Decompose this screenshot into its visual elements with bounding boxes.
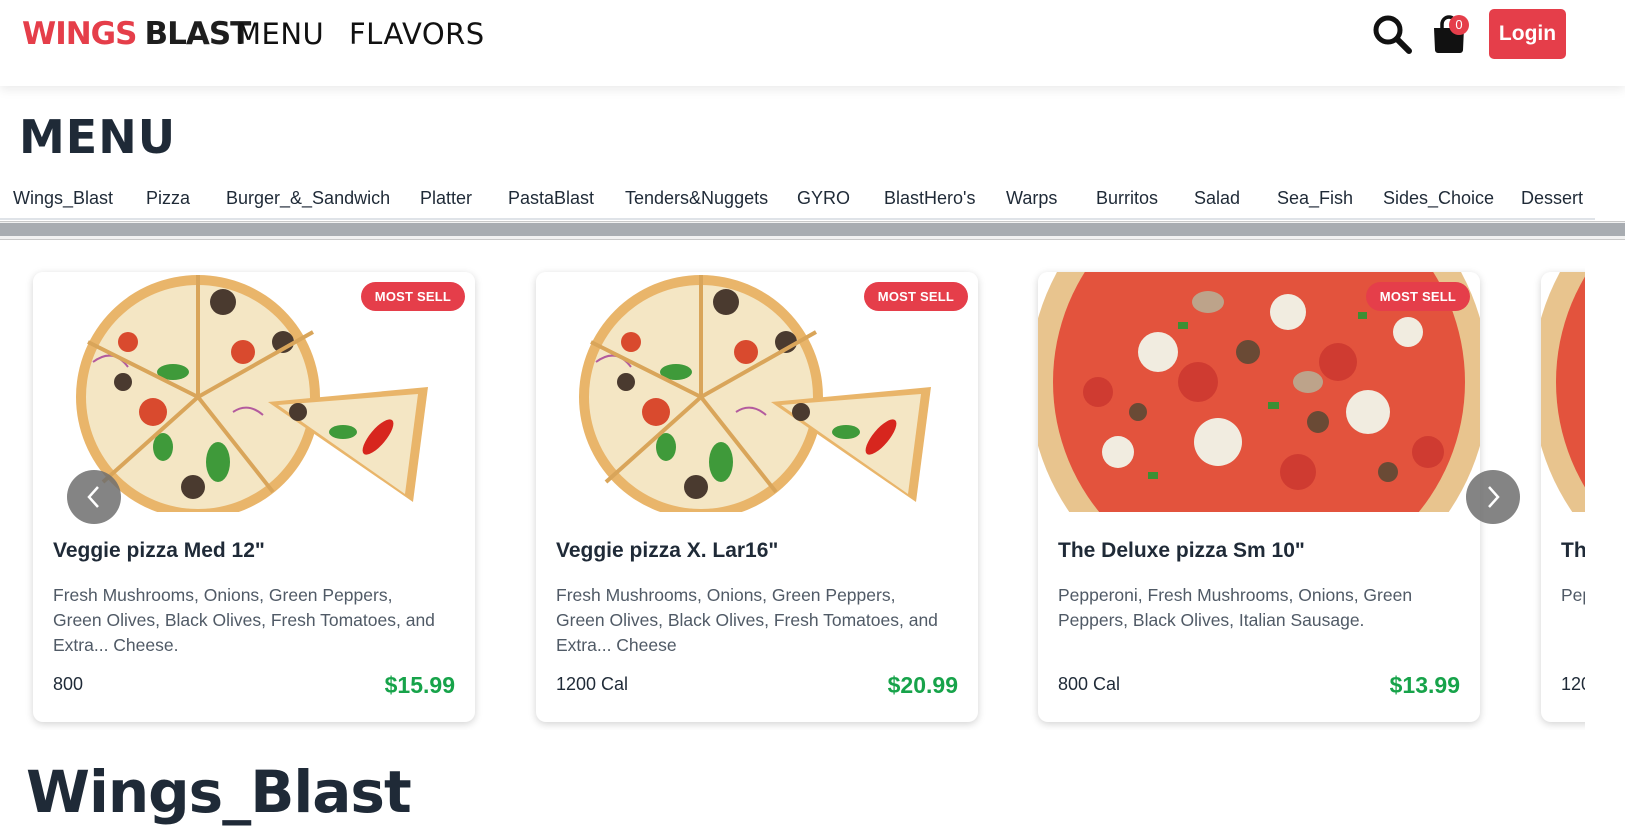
category-tab-salad[interactable]: Salad [1194,188,1240,209]
menu-item-description: Pepperoni, Fresh Mushrooms, Onions, Gree… [1058,585,1413,630]
menu-item-card[interactable]: The Pep Pep 120 [1541,272,1585,722]
nav-menu-link[interactable]: MENU [236,17,324,51]
carousel-prev-button[interactable] [67,470,121,524]
category-tab-sides-choice[interactable]: Sides_Choice [1383,188,1494,209]
category-tab-sea-fish[interactable]: Sea_Fish [1277,188,1353,209]
category-tab-gyro[interactable]: GYRO [797,188,850,209]
category-tab-pastablast[interactable]: PastaBlast [508,188,594,209]
most-sell-badge: MOST SELL [360,282,465,311]
category-tab-wings-blast[interactable]: Wings_Blast [13,188,113,209]
menu-carousel: MOST SELL Veggie pizza Med 12" Fresh Mus… [0,250,1585,730]
category-tab-blasthero[interactable]: BlastHero's [884,188,975,209]
menu-item-card[interactable]: MOST SELL The Deluxe pizza Sm 10" Pepper… [1038,272,1480,722]
most-sell-badge: MOST SELL [1365,282,1470,311]
page-title: MENU [19,110,177,164]
menu-item-price: $20.99 [887,672,958,698]
category-tab-burger-sandwich[interactable]: Burger_&_Sandwich [226,188,390,209]
menu-item-description: Pep Pep [1561,585,1585,605]
category-tab-platter[interactable]: Platter [420,188,472,209]
deluxe-pizza-image: MOST SELL [1038,272,1480,512]
section-title: Wings_Blast [26,758,412,826]
menu-item-price: $15.99 [384,672,455,698]
logo-wings-text: WINGS [22,16,137,52]
menu-item-title: Veggie pizza X. Lar16" [556,539,779,562]
menu-item-title: The Deluxe pizza Sm 10" [1058,539,1305,562]
menu-item-description: Fresh Mushrooms, Onions, Green Peppers, … [53,585,435,655]
chevron-right-icon [1488,486,1500,508]
category-scrollbar-thumb[interactable] [0,223,1625,236]
menu-item-calories: 120 [1561,674,1585,694]
category-tab-tenders-nuggets[interactable]: Tenders&Nuggets [625,188,768,209]
login-button[interactable]: Login [1489,9,1566,59]
deluxe-pizza-image [1541,272,1585,512]
category-tab-burritos[interactable]: Burritos [1096,188,1158,209]
logo-blast-text: BLAST [144,16,251,52]
search-icon[interactable] [1372,14,1412,54]
cart-count-badge: 0 [1449,15,1469,35]
menu-item-calories: 1200 Cal [556,674,629,694]
brand-logo[interactable]: WINGS BLAST [22,14,251,54]
site-header: WINGS BLAST MENU FLAVORS 0 Login [0,0,1625,86]
category-tab-warps[interactable]: Warps [1006,188,1057,209]
category-tab-dessert[interactable]: Dessert [1521,188,1583,209]
chevron-left-icon [87,486,99,508]
carousel-next-button[interactable] [1466,470,1520,524]
menu-item-title: The [1561,539,1585,562]
menu-item-calories: 800 [53,674,84,694]
menu-item-description: Fresh Mushrooms, Onions, Green Peppers, … [556,585,938,655]
category-tabs: Wings_Blast Pizza Burger_&_Sandwich Plat… [0,180,1595,220]
menu-item-calories: 800 Cal [1058,674,1121,694]
menu-item-title: Veggie pizza Med 12" [53,539,265,562]
category-tab-pizza[interactable]: Pizza [146,188,190,209]
menu-item-price: $13.99 [1389,672,1460,698]
nav-flavors-link[interactable]: FLAVORS [349,17,485,51]
veggie-pizza-image: MOST SELL [536,272,978,512]
most-sell-badge: MOST SELL [863,282,968,311]
menu-item-card[interactable]: MOST SELL Veggie pizza X. Lar16" Fresh M… [536,272,978,722]
